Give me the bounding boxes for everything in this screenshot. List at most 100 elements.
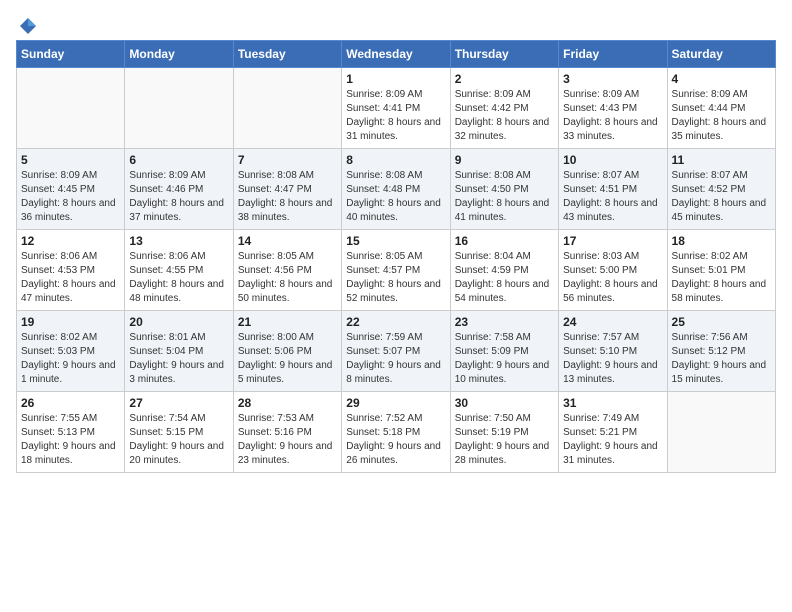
day-number: 28	[238, 396, 337, 410]
day-number: 5	[21, 153, 120, 167]
day-number: 21	[238, 315, 337, 329]
day-number: 18	[672, 234, 771, 248]
calendar-week-2: 5 Sunrise: 8:09 AM Sunset: 4:45 PM Daylig…	[17, 149, 776, 230]
day-info: Sunrise: 8:08 AM Sunset: 4:47 PM Dayligh…	[238, 169, 337, 225]
calendar-cell: 29 Sunrise: 7:52 AM Sunset: 5:18 PM Dayli…	[342, 392, 450, 473]
calendar-cell: 21 Sunrise: 8:00 AM Sunset: 5:06 PM Dayli…	[233, 311, 341, 392]
calendar-cell: 9Sunrise: 8:08 AM Sunset: 4:50 PM Daylig…	[450, 149, 558, 230]
weekday-header-tuesday: Tuesday	[233, 41, 341, 68]
page-header	[16, 16, 776, 32]
calendar-cell: 28 Sunrise: 7:53 AM Sunset: 5:16 PM Dayli…	[233, 392, 341, 473]
day-info: Sunrise: 8:00 AM Sunset: 5:06 PM Dayligh…	[238, 331, 337, 387]
calendar-header: SundayMondayTuesdayWednesdayThursdayFrid…	[17, 41, 776, 68]
calendar-cell: 27Sunrise: 7:54 AM Sunset: 5:15 PM Dayli…	[125, 392, 233, 473]
calendar-cell: 6Sunrise: 8:09 AM Sunset: 4:46 PM Daylig…	[125, 149, 233, 230]
calendar-cell: 19 Sunrise: 8:02 AM Sunset: 5:03 PM Dayli…	[17, 311, 125, 392]
day-number: 10	[563, 153, 662, 167]
day-info: Sunrise: 8:09 AM Sunset: 4:42 PM Dayligh…	[455, 88, 554, 144]
calendar-cell: 15Sunrise: 8:05 AM Sunset: 4:57 PM Dayli…	[342, 230, 450, 311]
calendar-cell: 2 Sunrise: 8:09 AM Sunset: 4:42 PM Daylig…	[450, 68, 558, 149]
weekday-header-saturday: Saturday	[667, 41, 775, 68]
day-info: Sunrise: 7:52 AM Sunset: 5:18 PM Dayligh…	[346, 412, 445, 468]
calendar-week-1: 1 Sunrise: 8:09 AM Sunset: 4:41 PM Daylig…	[17, 68, 776, 149]
calendar-cell: 5 Sunrise: 8:09 AM Sunset: 4:45 PM Daylig…	[17, 149, 125, 230]
day-number: 23	[455, 315, 554, 329]
day-number: 3	[563, 72, 662, 86]
day-number: 24	[563, 315, 662, 329]
weekday-row: SundayMondayTuesdayWednesdayThursdayFrid…	[17, 41, 776, 68]
calendar-cell: 12 Sunrise: 8:06 AM Sunset: 4:53 PM Dayli…	[17, 230, 125, 311]
calendar-cell: 30 Sunrise: 7:50 AM Sunset: 5:19 PM Dayli…	[450, 392, 558, 473]
calendar-cell: 22 Sunrise: 7:59 AM Sunset: 5:07 PM Dayli…	[342, 311, 450, 392]
day-number: 16	[455, 234, 554, 248]
day-info: Sunrise: 7:49 AM Sunset: 5:21 PM Dayligh…	[563, 412, 662, 468]
day-info: Sunrise: 8:03 AM Sunset: 5:00 PM Dayligh…	[563, 250, 662, 306]
day-info: Sunrise: 7:58 AM Sunset: 5:09 PM Dayligh…	[455, 331, 554, 387]
day-number: 17	[563, 234, 662, 248]
day-info: Sunrise: 8:04 AM Sunset: 4:59 PM Dayligh…	[455, 250, 554, 306]
calendar-cell: 11 Sunrise: 8:07 AM Sunset: 4:52 PM Dayli…	[667, 149, 775, 230]
weekday-header-thursday: Thursday	[450, 41, 558, 68]
day-info: Sunrise: 8:09 AM Sunset: 4:45 PM Dayligh…	[21, 169, 120, 225]
day-info: Sunrise: 8:02 AM Sunset: 5:03 PM Dayligh…	[21, 331, 120, 387]
day-info: Sunrise: 8:09 AM Sunset: 4:46 PM Dayligh…	[129, 169, 228, 225]
calendar-week-3: 12 Sunrise: 8:06 AM Sunset: 4:53 PM Dayli…	[17, 230, 776, 311]
calendar-cell	[17, 68, 125, 149]
calendar-cell: 14 Sunrise: 8:05 AM Sunset: 4:56 PM Dayli…	[233, 230, 341, 311]
day-number: 7	[238, 153, 337, 167]
calendar-week-5: 26Sunrise: 7:55 AM Sunset: 5:13 PM Dayli…	[17, 392, 776, 473]
calendar-cell: 23 Sunrise: 7:58 AM Sunset: 5:09 PM Dayli…	[450, 311, 558, 392]
day-number: 22	[346, 315, 445, 329]
calendar-cell: 16 Sunrise: 8:04 AM Sunset: 4:59 PM Dayli…	[450, 230, 558, 311]
weekday-header-monday: Monday	[125, 41, 233, 68]
calendar-cell	[667, 392, 775, 473]
calendar-week-4: 19 Sunrise: 8:02 AM Sunset: 5:03 PM Dayli…	[17, 311, 776, 392]
calendar-cell: 10 Sunrise: 8:07 AM Sunset: 4:51 PM Dayli…	[559, 149, 667, 230]
day-info: Sunrise: 8:05 AM Sunset: 4:56 PM Dayligh…	[238, 250, 337, 306]
calendar-cell: 1 Sunrise: 8:09 AM Sunset: 4:41 PM Daylig…	[342, 68, 450, 149]
day-info: Sunrise: 8:06 AM Sunset: 4:55 PM Dayligh…	[129, 250, 228, 306]
day-info: Sunrise: 7:54 AM Sunset: 5:15 PM Dayligh…	[129, 412, 228, 468]
calendar-cell	[233, 68, 341, 149]
calendar-cell	[125, 68, 233, 149]
day-number: 1	[346, 72, 445, 86]
calendar-cell: 18 Sunrise: 8:02 AM Sunset: 5:01 PM Dayli…	[667, 230, 775, 311]
day-number: 14	[238, 234, 337, 248]
calendar-cell: 3 Sunrise: 8:09 AM Sunset: 4:43 PM Daylig…	[559, 68, 667, 149]
calendar-table: SundayMondayTuesdayWednesdayThursdayFrid…	[16, 40, 776, 473]
day-number: 8	[346, 153, 445, 167]
day-info: Sunrise: 7:55 AM Sunset: 5:13 PM Dayligh…	[21, 412, 120, 468]
day-number: 31	[563, 396, 662, 410]
day-info: Sunrise: 7:57 AM Sunset: 5:10 PM Dayligh…	[563, 331, 662, 387]
day-number: 20	[129, 315, 228, 329]
day-number: 11	[672, 153, 771, 167]
day-info: Sunrise: 8:09 AM Sunset: 4:44 PM Dayligh…	[672, 88, 771, 144]
day-info: Sunrise: 8:06 AM Sunset: 4:53 PM Dayligh…	[21, 250, 120, 306]
calendar-cell: 24 Sunrise: 7:57 AM Sunset: 5:10 PM Dayli…	[559, 311, 667, 392]
day-info: Sunrise: 8:07 AM Sunset: 4:51 PM Dayligh…	[563, 169, 662, 225]
day-info: Sunrise: 8:08 AM Sunset: 4:48 PM Dayligh…	[346, 169, 445, 225]
logo	[16, 16, 38, 36]
day-number: 25	[672, 315, 771, 329]
day-info: Sunrise: 8:05 AM Sunset: 4:57 PM Dayligh…	[346, 250, 445, 306]
day-number: 29	[346, 396, 445, 410]
calendar-cell: 13Sunrise: 8:06 AM Sunset: 4:55 PM Dayli…	[125, 230, 233, 311]
day-number: 19	[21, 315, 120, 329]
day-info: Sunrise: 8:09 AM Sunset: 4:43 PM Dayligh…	[563, 88, 662, 144]
logo-icon	[18, 16, 38, 36]
day-info: Sunrise: 7:53 AM Sunset: 5:16 PM Dayligh…	[238, 412, 337, 468]
day-info: Sunrise: 8:01 AM Sunset: 5:04 PM Dayligh…	[129, 331, 228, 387]
day-info: Sunrise: 7:59 AM Sunset: 5:07 PM Dayligh…	[346, 331, 445, 387]
day-info: Sunrise: 8:09 AM Sunset: 4:41 PM Dayligh…	[346, 88, 445, 144]
weekday-header-sunday: Sunday	[17, 41, 125, 68]
day-info: Sunrise: 8:02 AM Sunset: 5:01 PM Dayligh…	[672, 250, 771, 306]
day-number: 30	[455, 396, 554, 410]
day-number: 12	[21, 234, 120, 248]
day-info: Sunrise: 8:07 AM Sunset: 4:52 PM Dayligh…	[672, 169, 771, 225]
calendar-cell: 31 Sunrise: 7:49 AM Sunset: 5:21 PM Dayli…	[559, 392, 667, 473]
day-number: 2	[455, 72, 554, 86]
day-info: Sunrise: 7:50 AM Sunset: 5:19 PM Dayligh…	[455, 412, 554, 468]
calendar-cell: 25Sunrise: 7:56 AM Sunset: 5:12 PM Dayli…	[667, 311, 775, 392]
calendar-cell: 4Sunrise: 8:09 AM Sunset: 4:44 PM Daylig…	[667, 68, 775, 149]
calendar-cell: 7 Sunrise: 8:08 AM Sunset: 4:47 PM Daylig…	[233, 149, 341, 230]
